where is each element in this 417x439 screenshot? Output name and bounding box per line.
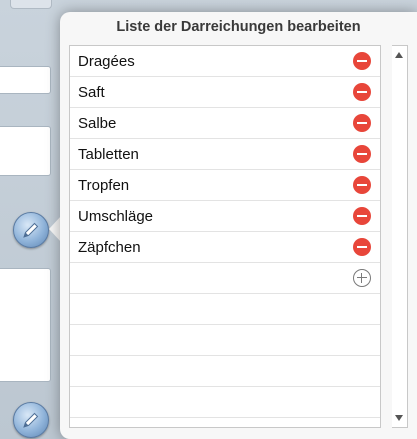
minus-circle-icon[interactable] xyxy=(353,145,371,163)
triangle-up-icon[interactable] xyxy=(395,52,403,58)
list-item-label: Saft xyxy=(78,83,105,101)
popover: Liste der Darreichungen bearbeiten Dragé… xyxy=(60,12,417,439)
edit-pencil-button[interactable] xyxy=(13,402,49,438)
minus-circle-icon[interactable] xyxy=(353,114,371,132)
list[interactable]: Dragées Saft Salbe Tabletten Tropfen Umschläg… xyxy=(69,45,381,428)
list-item-label: Zäpfchen xyxy=(78,238,141,256)
list-item-label: Salbe xyxy=(78,114,117,132)
list-item[interactable]: Zäpfchen xyxy=(70,232,380,263)
pencil-icon xyxy=(23,222,39,238)
list-item[interactable]: Umschläge xyxy=(70,201,380,232)
list-item[interactable]: Tabletten xyxy=(70,139,380,170)
minus-circle-icon[interactable] xyxy=(353,238,371,256)
empty-row xyxy=(70,294,380,325)
empty-row xyxy=(70,325,380,356)
list-item-label: Tropfen xyxy=(78,176,130,194)
background-tab xyxy=(10,0,52,9)
minus-circle-icon[interactable] xyxy=(353,176,371,194)
list-item[interactable]: Dragées xyxy=(70,46,380,77)
add-item-row[interactable] xyxy=(70,263,380,294)
empty-row xyxy=(70,387,380,418)
list-item[interactable]: Salbe xyxy=(70,108,380,139)
list-item[interactable]: Tropfen xyxy=(70,170,380,201)
background-field[interactable] xyxy=(0,126,51,176)
minus-circle-icon[interactable] xyxy=(353,83,371,101)
list-item[interactable]: Saft xyxy=(70,77,380,108)
minus-circle-icon[interactable] xyxy=(353,52,371,70)
edit-pencil-button[interactable] xyxy=(13,212,49,248)
plus-circle-icon[interactable] xyxy=(353,269,371,287)
empty-row xyxy=(70,356,380,387)
scrollbar[interactable] xyxy=(392,45,408,428)
triangle-down-icon[interactable] xyxy=(395,415,403,421)
minus-circle-icon[interactable] xyxy=(353,207,371,225)
list-item-label: Umschläge xyxy=(78,207,154,225)
list-item-label: Dragées xyxy=(78,52,135,70)
popover-title: Liste der Darreichungen bearbeiten xyxy=(116,19,361,35)
background-field[interactable] xyxy=(0,268,51,382)
background-field[interactable] xyxy=(0,66,51,94)
list-item-label: Tabletten xyxy=(78,145,139,163)
pencil-icon xyxy=(23,412,39,428)
